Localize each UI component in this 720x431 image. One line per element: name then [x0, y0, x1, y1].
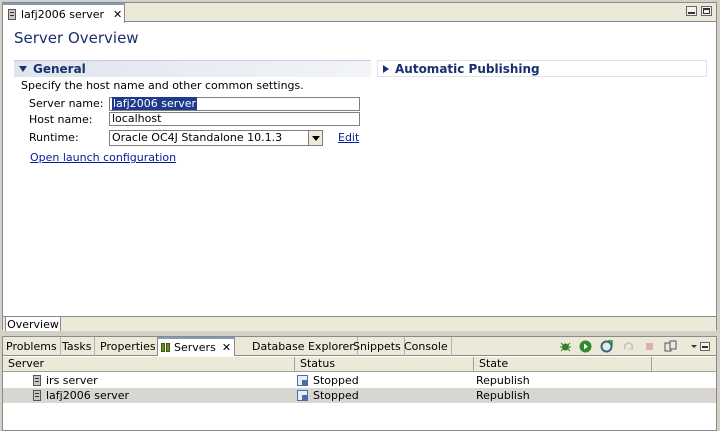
- view-menu-icon[interactable]: [690, 340, 698, 353]
- tab-overview[interactable]: Overview: [5, 316, 61, 331]
- runtime-label: Runtime:: [29, 131, 79, 144]
- automatic-publishing-section-header[interactable]: Automatic Publishing: [377, 60, 707, 77]
- state-cell: Republish: [476, 374, 530, 387]
- runtime-select[interactable]: Oracle OC4J Standalone 10.1.3: [109, 130, 323, 146]
- restart-server-icon[interactable]: [622, 340, 635, 353]
- status-cell: Stopped: [297, 373, 359, 388]
- state-cell: Republish: [476, 389, 530, 402]
- page-title: Server Overview: [14, 29, 139, 47]
- tab-label: Console: [404, 340, 448, 353]
- general-section-header[interactable]: General: [14, 60, 371, 77]
- general-description: Specify the host name and other common s…: [21, 79, 304, 92]
- tab-label: Snippets: [353, 340, 401, 353]
- servers-icon: [161, 342, 171, 353]
- status-cell: Stopped: [297, 388, 359, 403]
- status-text: Stopped: [313, 389, 359, 402]
- profile-server-icon[interactable]: [600, 340, 613, 353]
- collapse-triangle-icon: [19, 66, 27, 72]
- server-icon: [8, 8, 16, 20]
- editor-tab-bar: lafj2006 server ✕: [3, 3, 716, 23]
- status-text: Stopped: [313, 374, 359, 387]
- editor-page-tabs: [3, 316, 716, 331]
- column-header-state[interactable]: State: [474, 357, 652, 372]
- editor-tab-label: lafj2006 server: [21, 7, 105, 21]
- tab-label: Servers: [174, 341, 216, 354]
- host-name-input[interactable]: localhost: [109, 112, 360, 126]
- minimize-panel-icon[interactable]: [700, 340, 710, 353]
- host-name-label: Host name:: [29, 113, 93, 126]
- maximize-button[interactable]: [701, 6, 712, 16]
- automatic-publishing-heading: Automatic Publishing: [395, 61, 540, 76]
- expand-triangle-icon: [383, 64, 389, 73]
- server-name: irs server: [46, 374, 98, 387]
- open-launch-configuration-link[interactable]: Open launch configuration: [30, 151, 176, 164]
- tab-properties[interactable]: Properties: [97, 337, 160, 356]
- tab-snippets[interactable]: Snippets: [350, 337, 405, 356]
- table-row[interactable]: irs server Stopped Republish: [3, 373, 716, 388]
- tab-label: Database Explorer: [252, 340, 354, 353]
- tab-problems[interactable]: Problems: [3, 337, 61, 356]
- server-name-input[interactable]: lafj2006 server: [109, 97, 360, 111]
- tab-tasks[interactable]: Tasks: [59, 337, 96, 356]
- tab-label: Tasks: [62, 340, 92, 353]
- start-server-icon[interactable]: [579, 340, 592, 353]
- tab-label: Problems: [6, 340, 57, 353]
- server-name-label: Server name:: [29, 97, 104, 110]
- server-cell: lafj2006 server: [33, 388, 129, 403]
- server-cell: irs server: [33, 373, 98, 388]
- publish-icon[interactable]: [664, 340, 677, 353]
- editor-tab[interactable]: lafj2006 server ✕: [3, 3, 125, 23]
- servers-panel: Problems Tasks Properties Servers ✕ Data…: [2, 336, 717, 431]
- general-heading: General: [33, 62, 86, 76]
- debug-server-icon[interactable]: [559, 340, 572, 353]
- column-header-status[interactable]: Status: [295, 357, 474, 372]
- edit-runtime-link[interactable]: Edit: [338, 131, 359, 144]
- close-icon[interactable]: ✕: [222, 341, 231, 354]
- server-icon: [33, 375, 41, 386]
- tab-label: Properties: [100, 340, 156, 353]
- table-header: Server Status State: [3, 357, 716, 372]
- tab-database-explorer[interactable]: Database Explorer: [249, 337, 358, 356]
- table-row[interactable]: lafj2006 server Stopped Republish: [3, 388, 716, 403]
- server-name: lafj2006 server: [46, 389, 130, 402]
- minimize-button[interactable]: [686, 6, 697, 16]
- server-editor: lafj2006 server ✕ Server Overview Genera…: [2, 2, 717, 331]
- stop-server-icon[interactable]: [643, 340, 656, 353]
- tab-console[interactable]: Console: [401, 337, 452, 356]
- server-icon: [33, 390, 41, 401]
- server-name-value: lafj2006 server: [112, 97, 198, 110]
- column-header-server[interactable]: Server: [3, 357, 295, 372]
- panel-tab-bar: Problems Tasks Properties Servers ✕ Data…: [3, 337, 716, 356]
- stopped-icon: [297, 390, 308, 401]
- tab-servers[interactable]: Servers ✕: [157, 337, 236, 356]
- stopped-icon: [297, 375, 308, 386]
- close-icon[interactable]: ✕: [113, 8, 122, 21]
- chevron-down-icon[interactable]: [308, 130, 323, 146]
